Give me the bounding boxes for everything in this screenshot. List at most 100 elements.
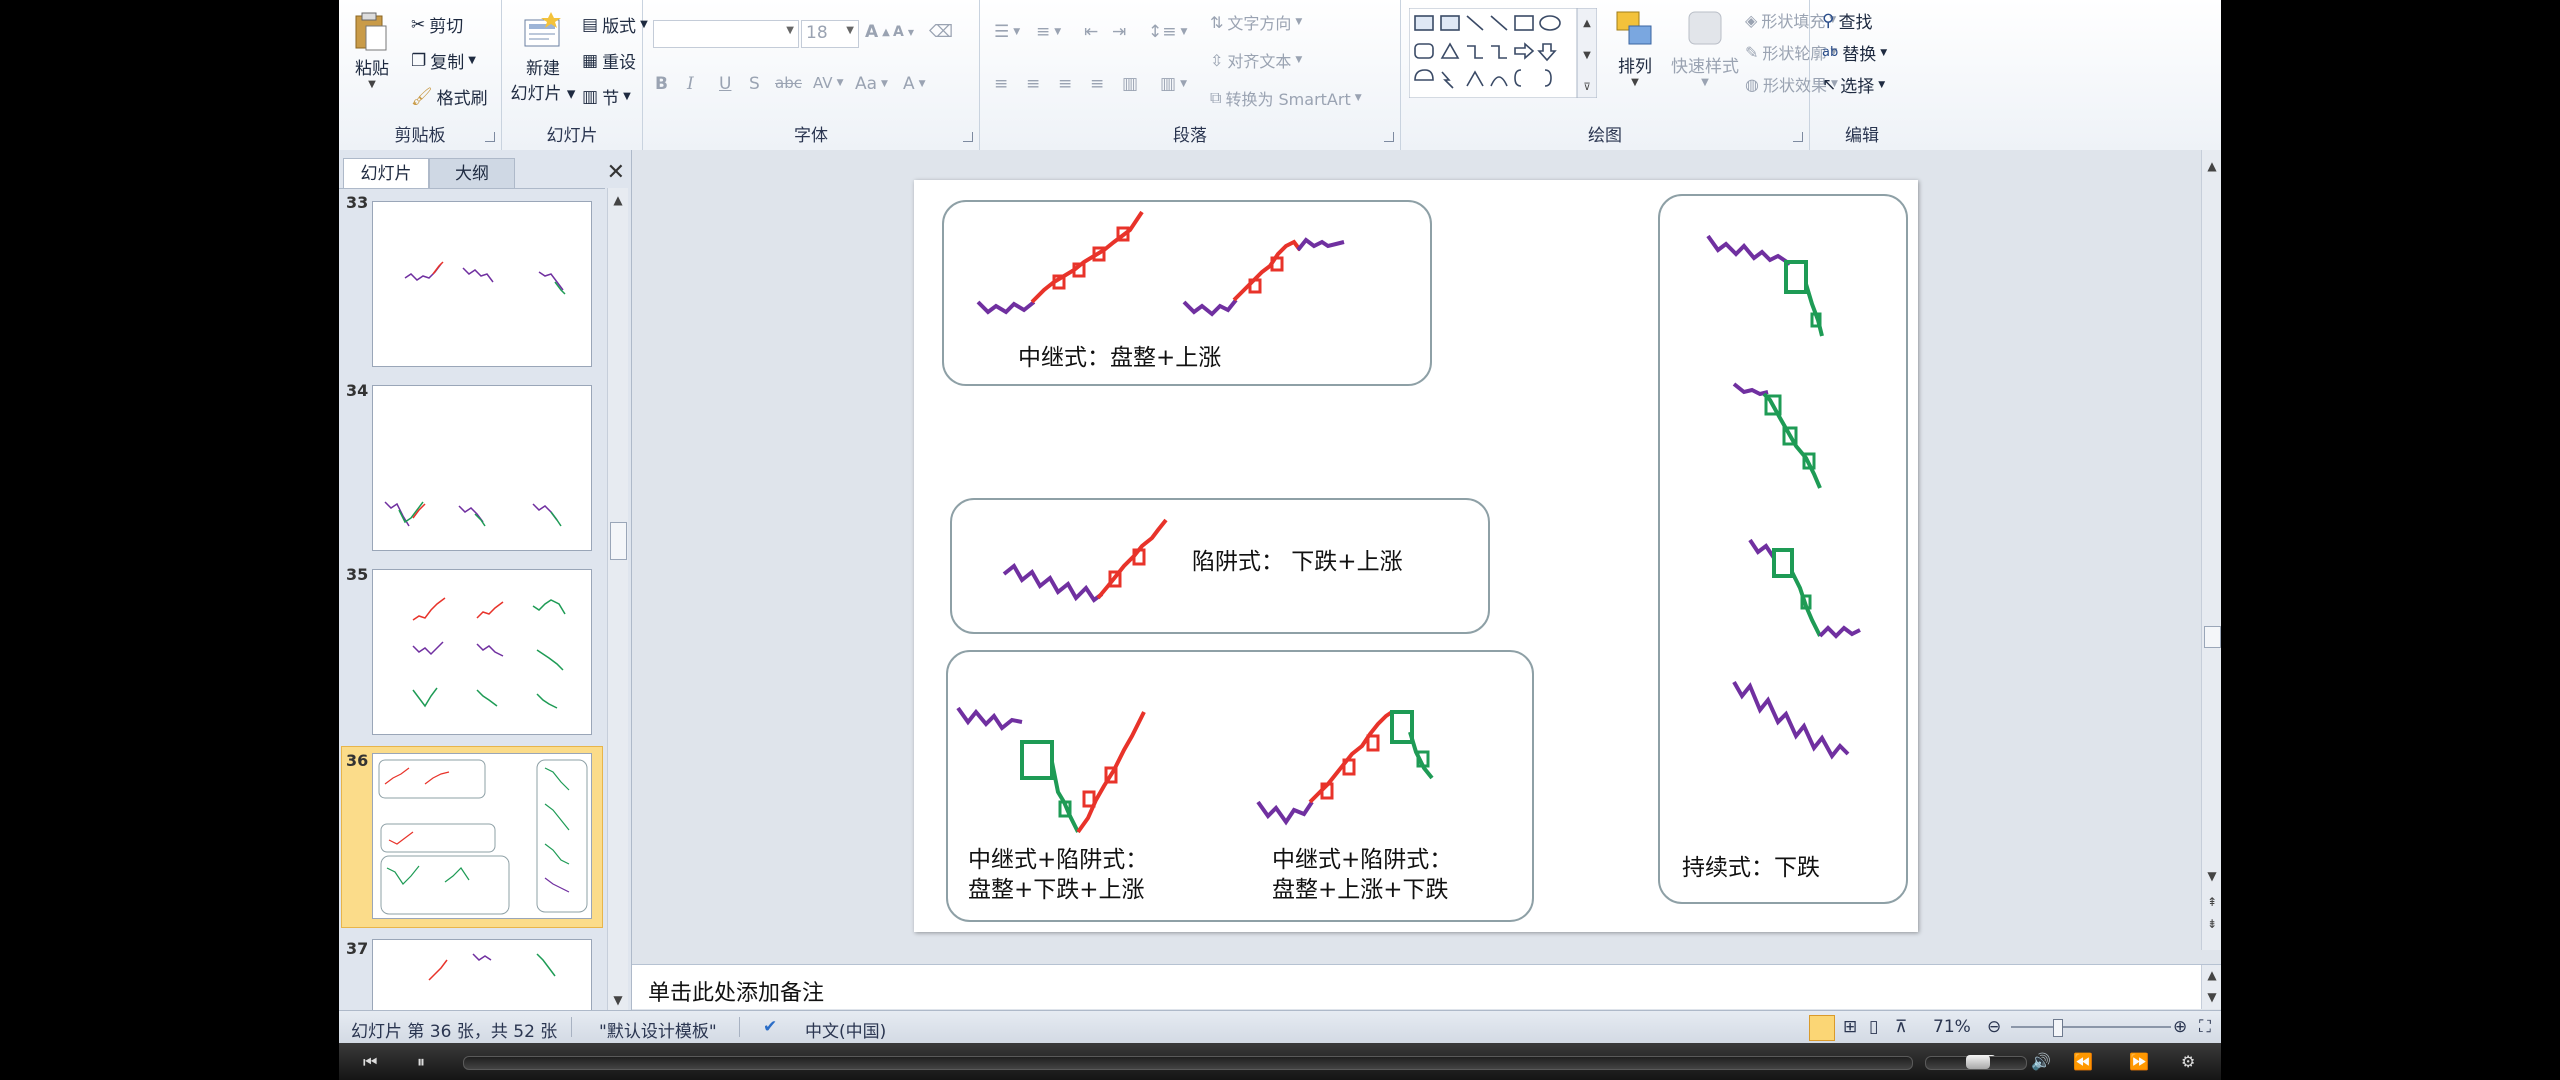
- smartart-button[interactable]: ⧉ 转换为 SmartArt ▼: [1210, 86, 1362, 110]
- normal-view-icon[interactable]: [1809, 1015, 1835, 1041]
- new-slide-button[interactable]: 新建 幻灯片 ▾: [510, 10, 576, 104]
- slide-thumbnail-34[interactable]: [372, 385, 592, 551]
- zoom-slider-thumb[interactable]: [2053, 1019, 2063, 1037]
- continuation-pattern-box[interactable]: 中继式：盘整+上涨: [942, 200, 1432, 386]
- select-button[interactable]: ↖ 选择 ▼: [1822, 72, 1885, 98]
- slide-thumbnail-35[interactable]: [372, 569, 592, 735]
- font-dialog-launcher[interactable]: [963, 132, 973, 142]
- bullets-button[interactable]: ☰ ▼: [994, 22, 1020, 42]
- thumbnail-scrollbar[interactable]: ▲ ▼: [607, 188, 628, 1012]
- shapes-gallery[interactable]: ▲ ▼ ⊽: [1409, 8, 1597, 98]
- language-indicator[interactable]: 中文(中国): [805, 1017, 886, 1042]
- justify-icon[interactable]: ≡: [1090, 74, 1104, 94]
- columns-icon: ▥: [1160, 74, 1177, 94]
- slide-thumbnail-33[interactable]: [372, 201, 592, 367]
- columns-button[interactable]: ▥ ▼: [1160, 74, 1187, 94]
- slide-sorter-icon[interactable]: ⊞: [1843, 1017, 1857, 1037]
- align-center-icon[interactable]: ≡: [1026, 74, 1040, 94]
- scroll-down-icon[interactable]: ▼: [2202, 866, 2221, 886]
- bold-button[interactable]: B: [655, 74, 668, 94]
- cut-button[interactable]: ✂ 剪切: [411, 12, 463, 38]
- drawing-dialog-launcher[interactable]: [1793, 132, 1803, 142]
- italic-button[interactable]: I: [687, 74, 694, 94]
- char-spacing-button[interactable]: AV ▼: [813, 74, 844, 92]
- persistent-pattern-chart: [1706, 234, 1861, 760]
- current-slide[interactable]: 中继式：盘整+上涨 陷阱式： 下跌+上涨 中继式+陷阱式： 盘整+下跌+上涨 中…: [914, 180, 1918, 932]
- tab-slides[interactable]: 幻灯片: [343, 158, 429, 189]
- fast-forward-icon[interactable]: ⏩: [2129, 1052, 2149, 1071]
- zoom-in-icon[interactable]: ⊕: [2173, 1017, 2187, 1037]
- slide-thumbnail-36[interactable]: [372, 753, 592, 919]
- settings-icon[interactable]: ⚙: [2181, 1052, 2195, 1071]
- change-case-button[interactable]: Aa ▼: [855, 74, 888, 94]
- scroll-down-icon[interactable]: ▼: [2202, 987, 2221, 1007]
- volume-bar[interactable]: [1925, 1055, 2027, 1070]
- paragraph-dialog-launcher[interactable]: [1384, 132, 1394, 142]
- slideshow-icon[interactable]: ⊼: [1895, 1017, 1907, 1037]
- align-left-icon[interactable]: ≡: [994, 74, 1008, 94]
- quick-styles-button[interactable]: 快速样式 ▼: [1667, 8, 1743, 88]
- text-direction-button[interactable]: ⇅ 文字方向 ▼: [1210, 10, 1302, 34]
- slide-thumbnail-37[interactable]: [372, 939, 592, 1013]
- align-text-label: 对齐文本: [1227, 52, 1292, 71]
- layout-button[interactable]: ▤ 版式 ▼: [582, 12, 648, 38]
- scrollbar-thumb[interactable]: [610, 522, 627, 560]
- skip-back-icon[interactable]: ⏮: [363, 1052, 377, 1072]
- persistent-pattern-box[interactable]: 持续式：下跌: [1658, 194, 1908, 904]
- align-right-icon[interactable]: ≡: [1058, 74, 1072, 94]
- paste-button[interactable]: 粘贴 ▼: [347, 10, 397, 90]
- zoom-level[interactable]: 71%: [1933, 1017, 1971, 1037]
- pause-icon[interactable]: ⏸: [417, 1052, 425, 1072]
- line-spacing-button[interactable]: ↕≡ ▼: [1148, 22, 1187, 42]
- close-panel-icon[interactable]: ✕: [607, 160, 625, 185]
- notes-pane[interactable]: 单击此处添加备注 ▲ ▼: [632, 964, 2221, 1009]
- strikethrough-button[interactable]: abc: [775, 74, 802, 92]
- scroll-up-icon[interactable]: ▲: [608, 190, 628, 210]
- spellcheck-icon[interactable]: ✔: [763, 1017, 777, 1037]
- fit-to-window-icon[interactable]: ⛶: [2199, 1017, 2211, 1037]
- tab-outline[interactable]: 大纲: [429, 158, 515, 189]
- increase-indent-icon[interactable]: ⇥: [1112, 22, 1126, 42]
- scroll-up-icon[interactable]: ▲: [2202, 156, 2221, 176]
- find-button[interactable]: ⚲ 查找: [1822, 8, 1872, 34]
- shadow-button[interactable]: S: [749, 74, 760, 94]
- font-color-button[interactable]: A ▼: [903, 74, 926, 94]
- next-slide-icon[interactable]: ⇟: [2202, 914, 2221, 934]
- arrange-button[interactable]: 排列 ▼: [1607, 8, 1663, 88]
- scrollbar-thumb[interactable]: [2204, 626, 2221, 648]
- seek-bar[interactable]: [463, 1055, 1996, 1070]
- notes-scrollbar[interactable]: ▲ ▼: [2201, 965, 2221, 1009]
- rewind-icon[interactable]: ⏪: [2073, 1052, 2093, 1071]
- font-name-combo[interactable]: ▼: [653, 20, 799, 48]
- align-text-button[interactable]: ⇳ 对齐文本 ▼: [1210, 48, 1302, 72]
- zoom-slider[interactable]: [2011, 1026, 2171, 1028]
- volume-icon[interactable]: 🔊: [2031, 1052, 2051, 1071]
- decrease-indent-icon[interactable]: ⇤: [1084, 22, 1098, 42]
- font-size-combo[interactable]: 18 ▼: [801, 20, 859, 48]
- grow-font-button[interactable]: A ▲: [865, 22, 890, 42]
- theme-name[interactable]: "默认设计模板": [599, 1017, 717, 1042]
- strikethrough-label: abc: [775, 74, 802, 92]
- editor-scrollbar[interactable]: ▲ ▼ ⇞ ⇟: [2201, 150, 2221, 950]
- replace-button[interactable]: ab 替换 ▼: [1822, 40, 1887, 65]
- scroll-down-icon[interactable]: ▼: [608, 990, 628, 1010]
- reading-view-icon[interactable]: ▯: [1869, 1017, 1878, 1037]
- section-button[interactable]: ▥ 节 ▼: [582, 84, 631, 110]
- zoom-out-icon[interactable]: ⊖: [1987, 1017, 2001, 1037]
- notes-placeholder[interactable]: 单击此处添加备注: [648, 975, 824, 1007]
- clear-formatting-icon[interactable]: ⌫: [929, 22, 953, 42]
- scroll-up-icon[interactable]: ▲: [2202, 965, 2221, 985]
- volume-knob[interactable]: [1966, 1055, 1990, 1069]
- trap-pattern-box[interactable]: 陷阱式： 下跌+上涨: [950, 498, 1490, 634]
- underline-button[interactable]: U: [719, 74, 731, 94]
- distribute-icon[interactable]: ▥: [1122, 74, 1138, 94]
- shrink-font-button[interactable]: A ▼: [893, 24, 914, 40]
- previous-slide-icon[interactable]: ⇞: [2202, 892, 2221, 912]
- reset-button[interactable]: ▦ 重设: [582, 48, 636, 74]
- combined-pattern-box[interactable]: 中继式+陷阱式： 盘整+下跌+上涨 中继式+陷阱式： 盘整+上涨+下跌: [946, 650, 1534, 922]
- numbering-button[interactable]: ≡ ▼: [1036, 22, 1061, 42]
- copy-button[interactable]: ❐ 复制 ▼: [411, 48, 476, 74]
- clipboard-dialog-launcher[interactable]: [485, 132, 495, 142]
- new-slide-label-2: 幻灯片: [510, 84, 562, 104]
- format-painter-button[interactable]: 🖌 格式刷: [411, 84, 488, 110]
